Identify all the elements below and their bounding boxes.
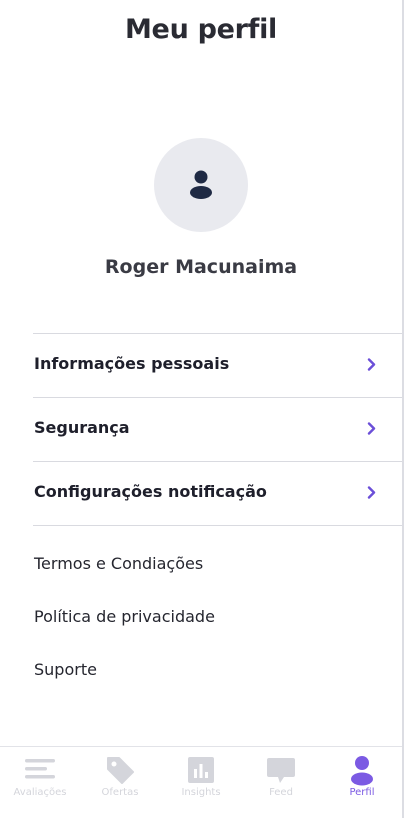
tab-label: Feed [269, 787, 293, 798]
menu-item-security[interactable]: Segurança [33, 397, 402, 461]
user-name: Roger Macunaima [104, 256, 298, 278]
menu-item-label: Configurações notificação [34, 482, 267, 501]
profile-menu: Informações pessoais Segurança Configura… [33, 333, 402, 526]
menu-item-personal-info[interactable]: Informações pessoais [33, 333, 402, 397]
menu-item-label: Informações pessoais [34, 354, 230, 373]
secondary-links: Termos e Condiações Política de privacid… [34, 550, 215, 709]
tab-insights[interactable]: Insights [161, 747, 241, 819]
tab-ofertas[interactable]: Ofertas [80, 747, 160, 819]
list-icon [25, 759, 55, 779]
tab-perfil[interactable]: Perfil [322, 747, 402, 819]
menu-item-label: Segurança [34, 418, 130, 437]
chevron-right-icon [367, 422, 376, 435]
chevron-right-icon [367, 486, 376, 499]
page-title: Meu perfil [124, 14, 277, 45]
menu-item-notification-settings[interactable]: Configurações notificação [33, 461, 402, 526]
tag-icon [107, 757, 134, 784]
tab-label: Avaliações [13, 787, 67, 798]
user-icon [190, 170, 212, 199]
avatar[interactable] [154, 138, 248, 232]
privacy-policy-link[interactable]: Política de privacidade [34, 603, 215, 656]
user-icon [351, 756, 373, 786]
bottom-tab-bar: Avaliações Ofertas Insights Feed Perfil [0, 746, 402, 819]
support-link[interactable]: Suporte [34, 656, 215, 709]
tab-label: Perfil [349, 787, 375, 798]
terms-link[interactable]: Termos e Condiações [34, 550, 215, 603]
bar-chart-icon [188, 757, 214, 783]
chevron-right-icon [367, 358, 376, 371]
tab-label: Ofertas [101, 787, 139, 798]
tab-avaliacoes[interactable]: Avaliações [0, 747, 80, 819]
tab-label: Insights [181, 787, 221, 798]
chat-bubble-icon [267, 758, 295, 783]
tab-feed[interactable]: Feed [241, 747, 321, 819]
